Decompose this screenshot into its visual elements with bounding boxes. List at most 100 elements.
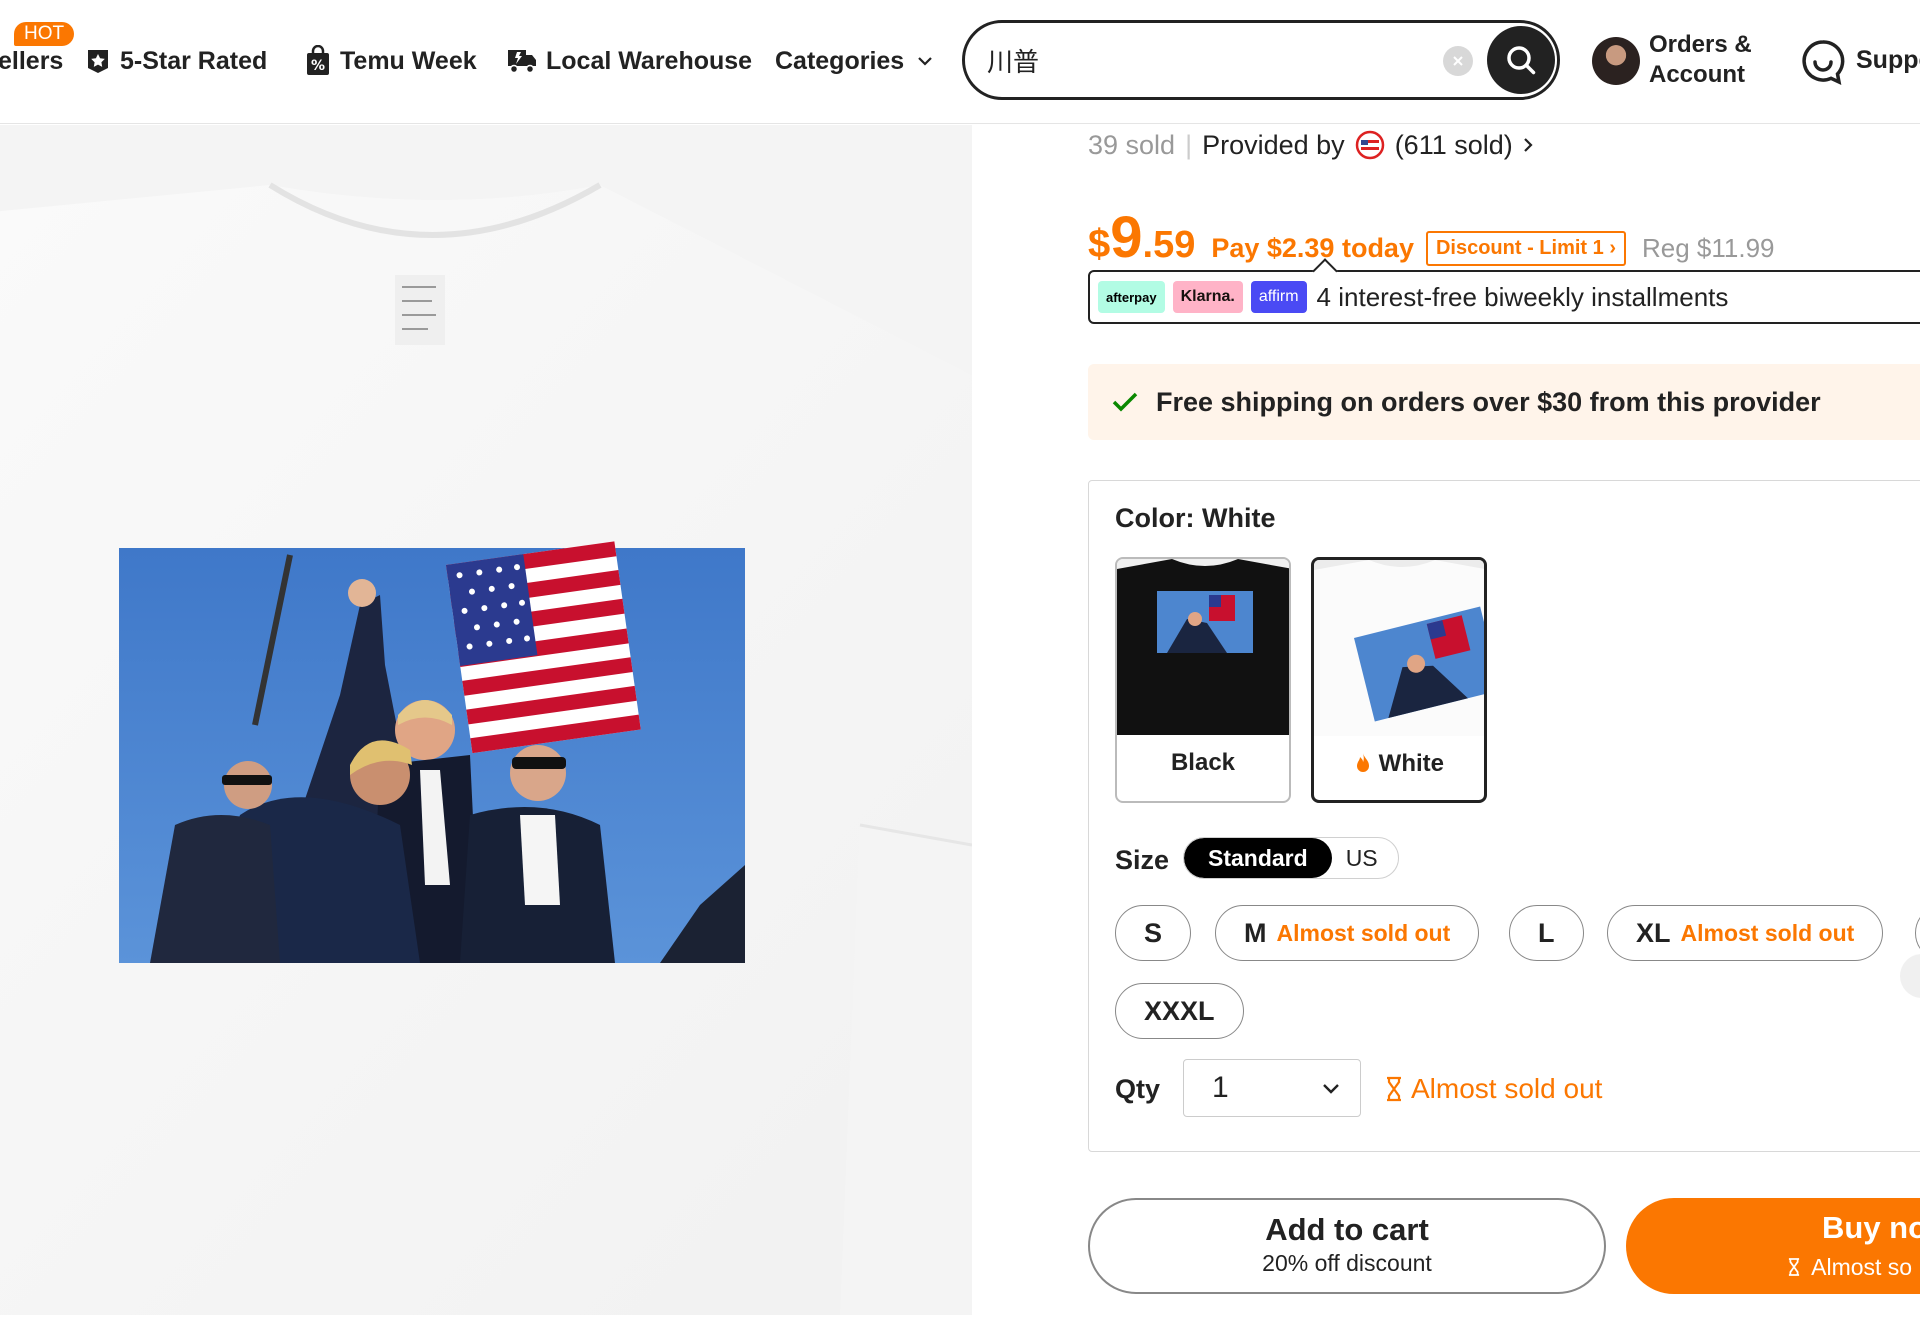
installments-banner[interactable]: afterpay Klarna. affirm 4 interest-free … [1088,270,1920,324]
provided-by-label: Provided by [1202,129,1345,160]
add-to-cart-button[interactable]: Add to cart 20% off discount [1088,1198,1606,1294]
nav-item-label: 5-Star Rated [120,46,268,75]
price-decimal: .59 [1142,224,1196,266]
top-navigation-bar: HOT ellers 5-Star Rated % Temu Week Loca… [0,0,1920,124]
quantity-select[interactable]: 1 [1183,1059,1361,1117]
nav-item-5-star-rated[interactable]: 5-Star Rated [84,44,267,78]
nav-item-label: ellers [0,46,64,75]
nav-item-local-warehouse[interactable]: Local Warehouse [506,44,752,78]
size-option-xl[interactable]: XL Almost sold out [1607,905,1884,961]
orders-label-line2: Account [1649,61,1745,88]
clear-search-button[interactable] [1443,46,1473,76]
product-details-panel: 39 sold | Provided by (611 sold) $ 9 .59… [1088,124,1920,1318]
size-system-toggle: Standard US [1183,837,1399,879]
avatar[interactable] [1592,37,1640,85]
discount-tag[interactable]: Discount - Limit 1 › [1425,231,1626,266]
hourglass-icon [1387,1076,1401,1102]
size-system-standard[interactable]: Standard [1184,838,1332,878]
affirm-logo-text: affirm [1258,288,1299,305]
buy-now-subtitle: Almost so [1786,1254,1912,1281]
truck-icon [508,50,536,74]
klarna-logo: Klarna. [1172,281,1243,313]
orders-label-line1: Orders & [1649,31,1752,58]
color-option-label: White [1314,750,1484,778]
size-system-us[interactable]: US [1332,838,1398,878]
close-icon [1453,56,1463,66]
size-option-s[interactable]: S [1115,905,1192,961]
regular-price: Reg $11.99 [1642,233,1775,263]
product-image-gallery[interactable] [0,125,972,1315]
size-option-label: M [1244,917,1267,948]
sold-count: 39 sold [1088,129,1176,160]
product-image [0,125,972,1315]
nav-item-label: Local Warehouse [546,46,753,75]
nav-item-best-sellers[interactable]: ellers [0,44,63,78]
installments-text: 4 interest-free biweekly installments [1316,281,1729,312]
add-to-cart-discount: 20% off discount [1262,1250,1432,1276]
search-icon [1507,46,1536,75]
color-label: Color: White [1115,503,1276,533]
size-option-xxxl[interactable]: XXXL [1115,983,1244,1039]
free-shipping-banner: Free shipping on orders over $30 from th… [1088,364,1920,440]
afterpay-logo: afterpay [1098,281,1165,313]
quantity-stock-warning: Almost sold out [1383,1073,1602,1105]
color-option-label: Black [1170,749,1236,776]
discount-tag-label: Discount - Limit 1 [1435,237,1604,259]
percent-bag-icon: % [307,45,329,75]
size-option-more[interactable] [1915,905,1920,961]
nav-item-label: Temu Week [340,46,477,75]
color-thumbnail [1314,560,1484,736]
support-chat-icon[interactable] [1800,38,1846,86]
sales-info-line: 39 sold | Provided by (611 sold) [1088,124,1537,166]
chevron-down-icon [918,57,932,66]
star-badge-icon [88,50,108,73]
svg-text:%: % [311,58,325,74]
chevron-right-icon: › [1609,237,1616,259]
color-option-black[interactable]: Black [1115,557,1291,803]
search-bar [962,20,1560,100]
check-icon [1112,392,1138,412]
color-option-label-text: White [1378,750,1444,777]
price-row: $ 9 .59 Pay $2.39 today Discount - Limit… [1088,204,1775,270]
add-to-cart-label: Add to cart [1265,1212,1429,1247]
hourglass-icon [1788,1258,1800,1276]
buy-now-subtitle-text: Almost so [1811,1254,1913,1280]
size-option-l[interactable]: L [1509,905,1584,961]
search-button[interactable] [1487,26,1555,94]
size-option-m[interactable]: M Almost sold out [1215,905,1480,961]
size-stock-warning: Almost sold out [1680,919,1855,946]
color-thumbnail [1117,559,1289,735]
product-options-box: Color: White Black White Size Standard U… [1088,480,1920,1152]
price-integer: 9 [1110,205,1143,270]
price-currency: $ [1088,222,1111,266]
quantity-value: 1 [1212,1071,1229,1104]
nav-item-label: Categories [775,46,905,75]
search-input[interactable] [987,35,1407,85]
size-option-label: XXXL [1144,995,1215,1026]
nav-item-categories[interactable]: Categories [775,44,936,78]
quantity-label: Qty [1115,1074,1161,1104]
size-option-label: L [1538,917,1555,948]
chevron-down-icon [1323,1084,1339,1094]
quantity-warning-text: Almost sold out [1411,1073,1603,1104]
orders-and-account-link[interactable]: Orders & Account [1649,30,1752,90]
size-label: Size [1115,845,1170,875]
afterpay-logo-text: afterpay [1106,289,1157,305]
provider-flag-icon [1355,130,1384,160]
color-option-white[interactable]: White [1311,557,1487,803]
klarna-logo-text: Klarna. [1180,288,1235,305]
size-stock-warning: Almost sold out [1276,919,1451,946]
chevron-right-icon[interactable] [1519,133,1537,157]
free-shipping-text: Free shipping on orders over $30 from th… [1156,386,1821,417]
pay-today-label: Pay $2.39 today [1211,233,1414,263]
provider-sold-link[interactable]: (611 sold) [1395,130,1513,161]
support-link[interactable]: Suppo [1856,46,1920,75]
fire-icon [1357,753,1369,772]
affirm-logo: affirm [1250,281,1307,313]
buy-now-label: Buy no [1822,1210,1920,1245]
hot-badge: HOT [14,22,75,46]
size-option-label: S [1144,917,1163,948]
nav-item-temu-week[interactable]: % Temu Week [304,44,477,78]
buy-now-button[interactable]: Buy no Almost so [1626,1198,1920,1294]
size-option-label: XL [1636,917,1671,948]
